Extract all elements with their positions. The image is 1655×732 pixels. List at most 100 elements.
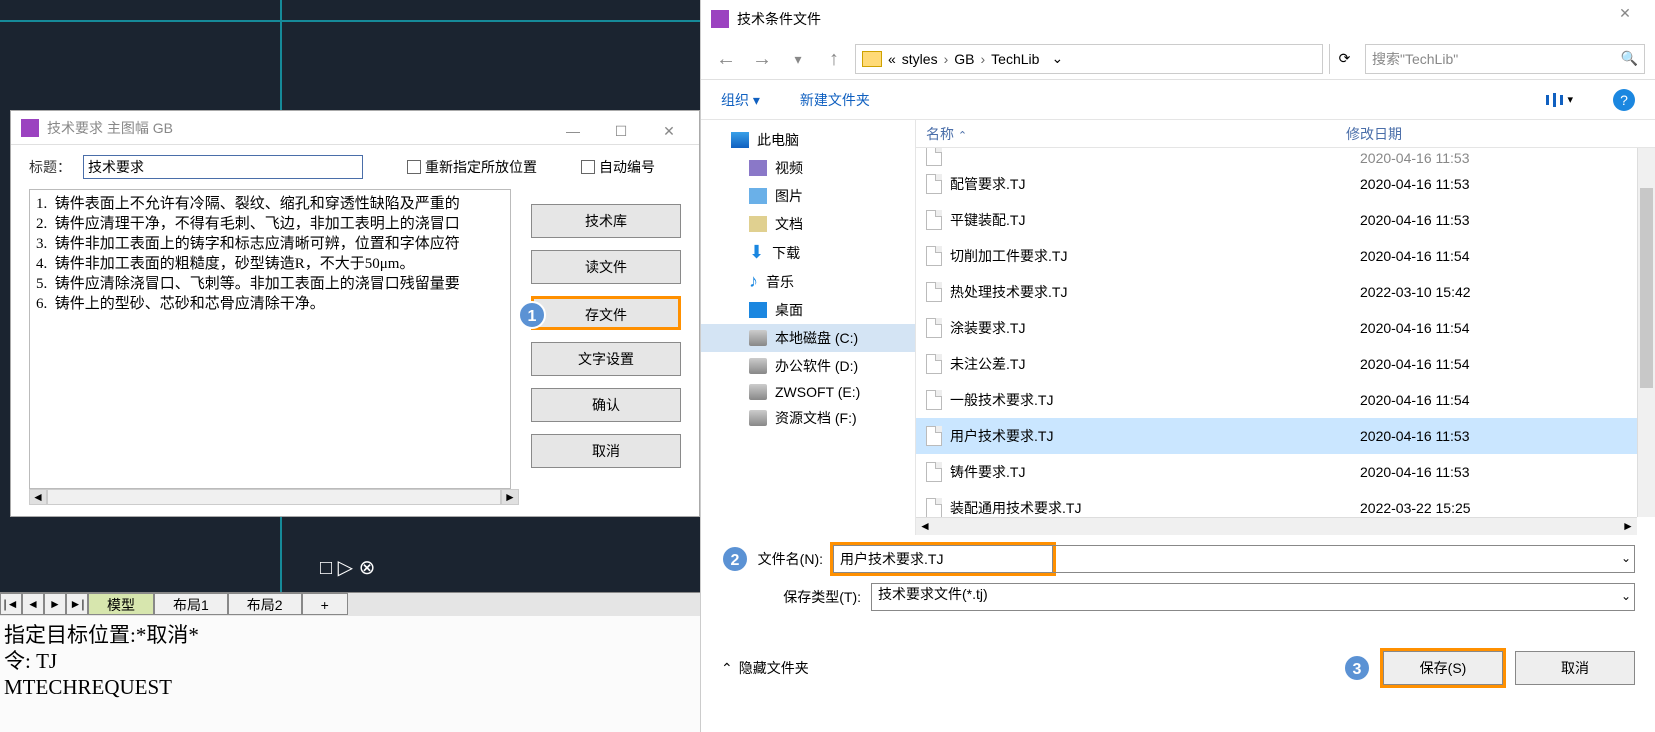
- file-row[interactable]: 一般技术要求.TJ2020-04-16 11:54: [916, 382, 1655, 418]
- file-row[interactable]: 2020-04-16 11:53: [916, 148, 1655, 166]
- folder-tree: 此电脑 视频 图片 文档 ⬇下载 ♪音乐 桌面 本地磁盘 (C:) 办公软件 (…: [701, 120, 916, 535]
- layout-tabs: |◄ ◄ ► ►| 模型 布局1 布局2 +: [0, 592, 700, 616]
- tab-last[interactable]: ►|: [66, 593, 88, 615]
- crumb-gb[interactable]: GB: [954, 51, 974, 67]
- newfolder-button[interactable]: 新建文件夹: [800, 90, 870, 110]
- search-input[interactable]: 搜索"TechLib" 🔍: [1365, 44, 1645, 74]
- crumb-techlib[interactable]: TechLib: [991, 51, 1039, 67]
- tree-videos[interactable]: 视频: [701, 154, 915, 182]
- breadcrumb[interactable]: « styles › GB › TechLib ⌄: [855, 44, 1323, 74]
- close-button[interactable]: ✕: [649, 114, 689, 142]
- file-row[interactable]: 未注公差.TJ2020-04-16 11:54: [916, 346, 1655, 382]
- tree-pictures[interactable]: 图片: [701, 182, 915, 210]
- file-row[interactable]: 热处理技术要求.TJ2022-03-10 15:42: [916, 274, 1655, 310]
- tree-desktop[interactable]: 桌面: [701, 296, 915, 324]
- dropdown-icon[interactable]: ⌄: [1621, 589, 1631, 603]
- file-icon: [926, 282, 942, 302]
- tree-drive-d[interactable]: 办公软件 (D:): [701, 352, 915, 380]
- maximize-button[interactable]: ☐: [601, 114, 641, 142]
- tab-layout1[interactable]: 布局1: [154, 593, 228, 615]
- nav-dropdown-icon[interactable]: ▾: [783, 44, 813, 74]
- file-row[interactable]: 平键装配.TJ2020-04-16 11:53: [916, 202, 1655, 238]
- tree-this-pc[interactable]: 此电脑: [701, 126, 915, 154]
- tab-prev[interactable]: ◄: [22, 593, 44, 615]
- chevron-up-icon: ⌃: [721, 660, 733, 677]
- filetype-select[interactable]: 技术要求文件(*.tj)⌄: [871, 583, 1635, 611]
- title-label: 标题：: [29, 157, 71, 177]
- ok-button[interactable]: 确认: [531, 388, 681, 422]
- file-row[interactable]: 配管要求.TJ2020-04-16 11:53: [916, 166, 1655, 202]
- tech-text-area[interactable]: 1. 铸件表面上不允许有冷隔、裂纹、缩孔和穿透性缺陷及严重的 2. 铸件应清理干…: [29, 189, 511, 489]
- file-icon: [926, 462, 942, 482]
- tree-drive-e[interactable]: ZWSOFT (E:): [701, 380, 915, 404]
- command-line[interactable]: 指定目标位置:*取消* 令: TJ MTECHREQUEST: [0, 616, 700, 732]
- close-button[interactable]: ✕: [1605, 5, 1645, 33]
- organize-menu[interactable]: 组织 ▾: [721, 90, 760, 110]
- tree-drive-c[interactable]: 本地磁盘 (C:): [701, 324, 915, 352]
- file-icon: [926, 426, 942, 446]
- file-list-header[interactable]: 名称 ⌃ 修改日期: [916, 120, 1655, 148]
- file-row[interactable]: 用户技术要求.TJ2020-04-16 11:53: [916, 418, 1655, 454]
- file-row[interactable]: 涂装要求.TJ2020-04-16 11:54: [916, 310, 1655, 346]
- nav-back-icon[interactable]: ←: [711, 44, 741, 74]
- cad-line: [0, 20, 700, 22]
- nav-up-icon[interactable]: ↑: [819, 44, 849, 74]
- savefile-button[interactable]: 1 存文件: [531, 296, 681, 330]
- reposition-checkbox[interactable]: 重新指定所放位置: [407, 157, 537, 177]
- file-icon: [926, 210, 942, 230]
- search-icon: 🔍: [1621, 50, 1638, 67]
- title-input[interactable]: [83, 155, 363, 179]
- step-badge-1: 1: [518, 301, 546, 329]
- tree-music[interactable]: ♪音乐: [701, 267, 915, 296]
- help-icon[interactable]: ?: [1613, 89, 1635, 111]
- save-dialog-title: 技术条件文件: [737, 9, 821, 29]
- textsetting-button[interactable]: 文字设置: [531, 342, 681, 376]
- nav-fwd-icon[interactable]: →: [747, 44, 777, 74]
- folder-icon: [862, 51, 882, 67]
- tree-drive-f[interactable]: 资源文档 (F:): [701, 404, 915, 432]
- file-icon: [926, 174, 942, 194]
- filetype-label: 保存类型(T):: [721, 587, 871, 607]
- crumb-dropdown-icon[interactable]: ⌄: [1051, 50, 1063, 67]
- crumb-styles[interactable]: styles: [902, 51, 938, 67]
- v-scrollbar[interactable]: [1637, 148, 1655, 517]
- tab-model[interactable]: 模型: [88, 593, 154, 615]
- filename-input[interactable]: [833, 545, 1053, 573]
- file-icon: [926, 498, 942, 518]
- scroll-left-icon[interactable]: ◄: [29, 489, 47, 505]
- file-row[interactable]: 切削加工件要求.TJ2020-04-16 11:54: [916, 238, 1655, 274]
- dialog-title: 技术要求 主图幅 GB: [47, 111, 173, 145]
- filename-label: 文件名(N):: [743, 549, 833, 569]
- file-row[interactable]: 铸件要求.TJ2020-04-16 11:53: [916, 454, 1655, 490]
- tab-next[interactable]: ►: [44, 593, 66, 615]
- save-dialog: 技术条件文件 ✕ ← → ▾ ↑ « styles › GB › TechLib…: [700, 0, 1655, 732]
- view-mode-button[interactable]: ▾: [1546, 93, 1573, 107]
- file-list: 名称 ⌃ 修改日期 2020-04-16 11:53配管要求.TJ2020-04…: [916, 120, 1655, 535]
- tab-layout2[interactable]: 布局2: [228, 593, 302, 615]
- file-icon: [926, 246, 942, 266]
- save-button[interactable]: 保存(S): [1383, 651, 1503, 685]
- techlib-button[interactable]: 技术库: [531, 204, 681, 238]
- sort-asc-icon: ⌃: [958, 130, 967, 142]
- hide-folders-toggle[interactable]: ⌃隐藏文件夹: [721, 658, 809, 678]
- tree-downloads[interactable]: ⬇下载: [701, 238, 915, 267]
- scroll-right-icon[interactable]: ►: [501, 489, 519, 505]
- autonumber-checkbox[interactable]: 自动编号: [581, 157, 655, 177]
- app-icon: [711, 10, 729, 28]
- minimize-button[interactable]: ―: [553, 114, 593, 142]
- dialog-titlebar[interactable]: 技术要求 主图幅 GB ― ☐ ✕: [11, 111, 699, 145]
- readfile-button[interactable]: 读文件: [531, 250, 681, 284]
- tree-documents[interactable]: 文档: [701, 210, 915, 238]
- dropdown-icon[interactable]: ⌄: [1621, 551, 1631, 565]
- cancel-button[interactable]: 取消: [1515, 651, 1635, 685]
- h-scrollbar[interactable]: ◄ ►: [29, 488, 519, 506]
- refresh-button[interactable]: ⟳: [1329, 44, 1359, 74]
- tab-add[interactable]: +: [302, 593, 348, 615]
- file-icon: [926, 354, 942, 374]
- file-icon: [926, 148, 942, 166]
- h-scrollbar[interactable]: ◄►: [916, 517, 1637, 535]
- tab-first[interactable]: |◄: [0, 593, 22, 615]
- cancel-button[interactable]: 取消: [531, 434, 681, 468]
- save-titlebar[interactable]: 技术条件文件 ✕: [701, 0, 1655, 38]
- tech-request-dialog: 技术要求 主图幅 GB ― ☐ ✕ 标题： 重新指定所放位置 自动编号 1. 铸…: [10, 110, 700, 517]
